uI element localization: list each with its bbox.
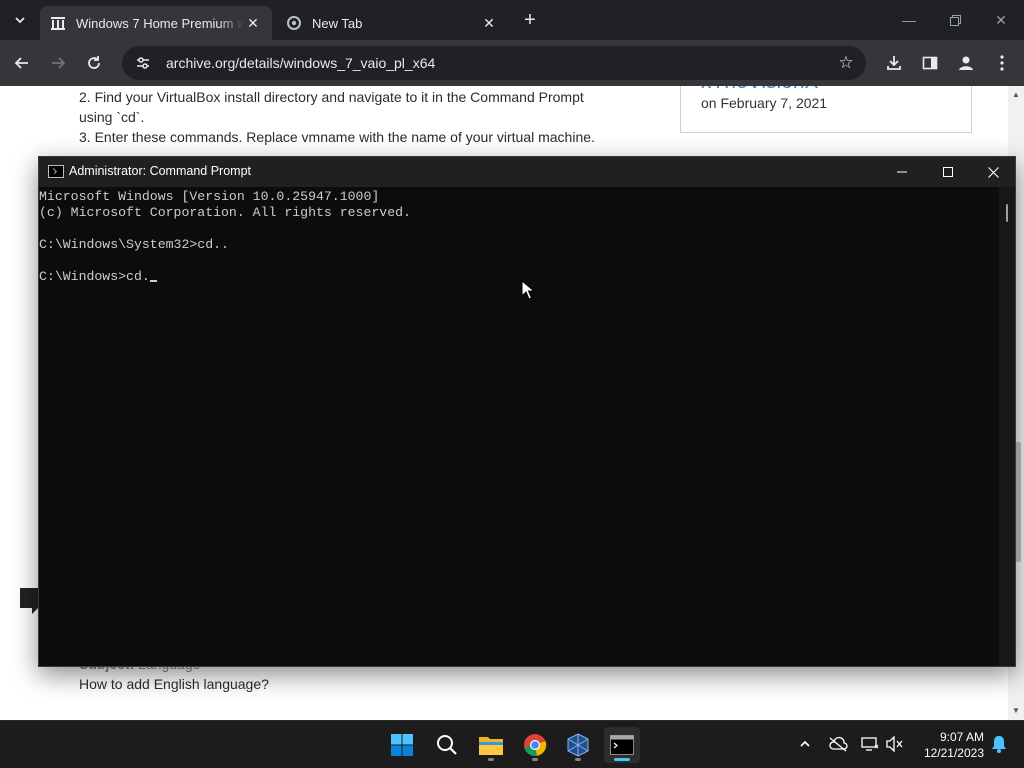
close-tab-icon[interactable]: ✕ — [480, 14, 498, 32]
downloads-button[interactable] — [882, 51, 906, 75]
running-indicator — [488, 758, 494, 761]
download-icon — [887, 56, 901, 70]
forward-arrow-icon — [52, 57, 66, 69]
virtualbox-icon — [567, 733, 589, 757]
notifications-button[interactable] — [986, 731, 1012, 757]
cmd-console-output[interactable]: Microsoft Windows [Version 10.0.25947.10… — [39, 187, 999, 666]
terminal-icon — [610, 735, 634, 755]
search-button[interactable] — [429, 727, 465, 763]
instruction-step-3: 3. Enter these commands. Replace vmname … — [79, 129, 595, 145]
plus-icon: + — [524, 8, 536, 31]
archive-icon — [50, 15, 66, 31]
cmd-close-button[interactable] — [970, 157, 1016, 187]
cmd-maximize-button[interactable] — [925, 157, 971, 187]
start-button[interactable] — [384, 727, 420, 763]
cmd-window-title: Administrator: Command Prompt — [69, 164, 252, 178]
minimize-button[interactable]: — — [886, 0, 932, 40]
restore-button[interactable] — [932, 0, 978, 40]
back-button[interactable] — [10, 51, 34, 75]
site-settings-icon[interactable] — [134, 54, 152, 72]
tab-title: New Tab — [312, 15, 363, 31]
cmd-title-bar[interactable]: Administrator: Command Prompt — [39, 157, 1015, 187]
new-tab-button[interactable]: + — [518, 8, 542, 32]
tab-archive[interactable]: Windows 7 Home Premium x64 ✕ — [40, 6, 272, 40]
tab-search-button[interactable] — [8, 8, 32, 32]
speaker-muted-icon — [886, 736, 903, 752]
taskbar-app-chrome[interactable] — [517, 727, 553, 763]
back-arrow-icon — [14, 57, 28, 69]
minimize-icon: — — [902, 12, 916, 28]
side-panel-button[interactable] — [918, 51, 942, 75]
review-body: How to add English language? — [79, 676, 269, 692]
scroll-up-arrow-icon[interactable]: ▲ — [1011, 90, 1021, 100]
console-input-line[interactable]: C:\Windows>cd. — [39, 269, 157, 285]
console-line: Microsoft Windows [Version 10.0.25947.10… — [39, 189, 380, 204]
cloud-offline-icon — [829, 736, 848, 752]
forward-button[interactable] — [46, 51, 70, 75]
reload-button[interactable] — [82, 51, 106, 75]
tab-new-tab[interactable]: New Tab ✕ — [276, 6, 508, 40]
tab-title: Windows 7 Home Premium x64 — [76, 15, 244, 31]
windows-taskbar: 9:07 AM 12/21/2023 — [0, 720, 1024, 768]
running-indicator — [532, 758, 538, 761]
address-bar[interactable]: archive.org/details/windows_7_vaio_pl_x6… — [122, 46, 866, 80]
network-icon — [861, 737, 879, 751]
file-explorer-icon — [479, 737, 503, 755]
instruction-step-2-cont: using `cd`. — [79, 109, 145, 125]
taskbar-clock[interactable]: 9:07 AM 12/21/2023 — [912, 729, 984, 761]
chrome-icon — [524, 734, 547, 756]
text-cursor — [149, 280, 157, 282]
close-icon — [987, 166, 999, 178]
running-indicator — [575, 758, 581, 761]
chevron-up-icon — [800, 740, 810, 747]
profile-button[interactable] — [954, 51, 978, 75]
maximize-icon — [943, 167, 953, 177]
uploader-link[interactable]: xTheVisionX — [701, 86, 819, 94]
close-icon: ✕ — [995, 11, 1007, 28]
mouse-cursor-icon — [521, 280, 535, 300]
upload-date: on February 7, 2021 — [701, 95, 828, 111]
uploader-box: xTheVisionX on February 7, 2021 — [680, 86, 972, 133]
bookmark-star-icon[interactable]: ☆ — [834, 51, 858, 75]
chevron-down-icon — [15, 17, 25, 24]
close-tab-icon[interactable]: ✕ — [244, 14, 262, 32]
menu-button[interactable] — [990, 51, 1014, 75]
bell-icon — [992, 736, 1006, 753]
taskbar-app-terminal[interactable] — [604, 727, 640, 763]
profile-icon — [959, 56, 973, 70]
clock-date: 12/21/2023 — [923, 746, 984, 760]
reload-icon — [88, 56, 100, 69]
console-line: (c) Microsoft Corporation. All rights re… — [39, 205, 411, 220]
chat-bubble-icon[interactable] — [20, 588, 38, 614]
cmd-minimize-button[interactable] — [879, 157, 925, 187]
minimize-icon — [897, 171, 907, 173]
chrome-icon — [286, 15, 302, 31]
console-prompt-text: C:\Windows>cd. — [39, 269, 150, 284]
instruction-step-2: 2. Find your VirtualBox install director… — [79, 89, 584, 105]
cmd-app-icon — [48, 165, 64, 178]
show-hidden-icons-button[interactable] — [792, 731, 818, 757]
console-line: C:\Windows\System32>cd.. — [39, 237, 229, 252]
scrollbar-thumb[interactable] — [1006, 204, 1008, 222]
scroll-down-arrow-icon[interactable]: ▼ — [1011, 706, 1021, 716]
kebab-menu-icon — [1000, 55, 1004, 71]
browser-toolbar: archive.org/details/windows_7_vaio_pl_x6… — [0, 40, 1024, 86]
clock-time: 9:07 AM — [939, 730, 984, 744]
taskbar-app-file-explorer[interactable] — [473, 727, 509, 763]
side-panel-icon — [922, 56, 938, 70]
onedrive-tray-button[interactable] — [825, 731, 851, 757]
command-prompt-window[interactable]: Administrator: Command Prompt Microsoft … — [38, 156, 1016, 667]
close-window-button[interactable]: ✕ — [978, 0, 1024, 40]
restore-icon — [949, 14, 961, 26]
taskbar-app-virtualbox[interactable] — [560, 727, 596, 763]
browser-tab-strip: Windows 7 Home Premium x64 ✕ New Tab ✕ +… — [0, 0, 1024, 40]
url-text[interactable]: archive.org/details/windows_7_vaio_pl_x6… — [166, 55, 834, 71]
network-tray-button[interactable] — [857, 731, 883, 757]
running-indicator — [614, 758, 630, 761]
cmd-scrollbar[interactable] — [999, 187, 1015, 666]
windows-start-icon — [391, 734, 413, 756]
volume-tray-button[interactable] — [882, 731, 908, 757]
search-icon — [437, 735, 457, 755]
